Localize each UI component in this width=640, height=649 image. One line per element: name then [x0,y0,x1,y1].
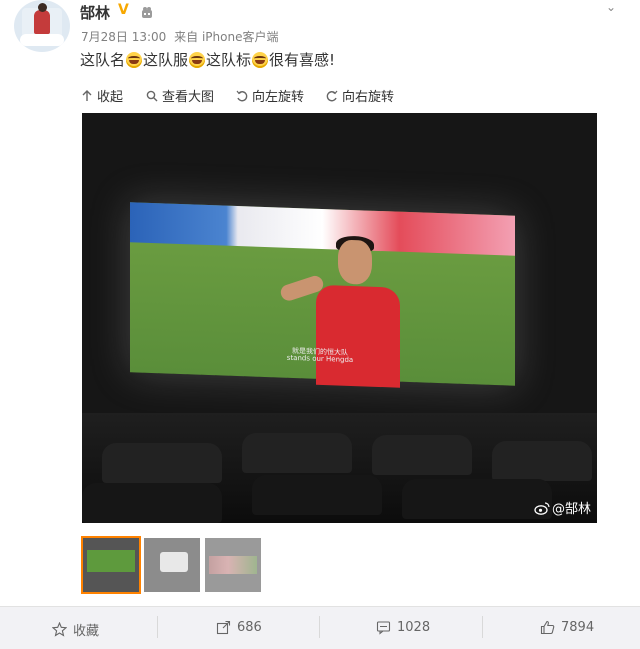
laughing-tears-emoji-icon [252,52,269,68]
comment-icon [376,621,391,635]
watermark-text: @郜林 [551,502,591,517]
view-large-button[interactable]: 查看大图 [146,86,214,105]
more-chevron-icon[interactable]: ⌄ [606,0,626,14]
weibo-watermark: @郜林 [534,498,591,517]
favorite-label: 收藏 [73,624,100,639]
rotate-right-icon [326,90,338,101]
thumbnail[interactable] [205,538,261,592]
divider [482,616,483,638]
post-text: 这队名 这队服 这队标 很有喜感! [80,50,335,70]
collapse-button[interactable]: 收起 [81,86,123,105]
share-icon [216,620,231,635]
post-date[interactable]: 7月28日 13:00 [81,30,166,44]
post-text-part: 很有喜感! [269,51,336,69]
rotate-right-label: 向右旋转 [342,90,395,105]
username[interactable]: 郜林 [80,2,110,23]
theater-seats [82,413,597,523]
post-meta: 7月28日 13:00 来自 iPhone客户端 [81,28,282,45]
repost-count: 686 [237,620,262,635]
rotate-right-button[interactable]: 向右旋转 [326,86,394,105]
cinema-screen: 就是我们的恒大队 stands our Hengda [130,202,515,388]
repost-button[interactable]: 686 [216,620,262,635]
comment-button[interactable]: 1028 [376,620,430,635]
post-text-part: 这队标 [206,51,252,69]
post-text-part: 这队名 [80,51,126,69]
collapse-up-icon [82,89,92,101]
movie-subtitle: 就是我们的恒大队 stands our Hengda [280,347,360,365]
divider [319,616,320,638]
divider [157,616,158,638]
verified-icon: V [118,2,129,18]
collapse-label: 收起 [97,90,124,105]
like-count: 7894 [561,620,595,635]
rotate-left-icon [236,90,248,101]
view-large-label: 查看大图 [162,90,215,105]
like-button[interactable]: 7894 [540,620,594,635]
star-icon [52,622,67,637]
laughing-tears-emoji-icon [126,52,143,68]
rotate-left-button[interactable]: 向左旋转 [236,86,304,105]
post-source: 来自 iPhone客户端 [174,30,279,44]
post-text-part: 这队服 [143,51,189,69]
thumbnail-selected[interactable] [81,536,141,594]
search-icon [146,90,158,101]
main-photo[interactable]: 就是我们的恒大队 stands our Hengda @郜林 [82,113,597,523]
rotate-left-label: 向左旋转 [252,90,305,105]
comment-count: 1028 [397,620,431,635]
member-icon [140,4,154,18]
thumbnail[interactable] [144,538,200,592]
favorite-button[interactable]: 收藏 [52,620,99,639]
thumbs-up-icon [540,620,555,635]
laughing-tears-emoji-icon [189,52,206,68]
avatar[interactable] [14,0,70,52]
weibo-logo-icon [534,501,550,515]
